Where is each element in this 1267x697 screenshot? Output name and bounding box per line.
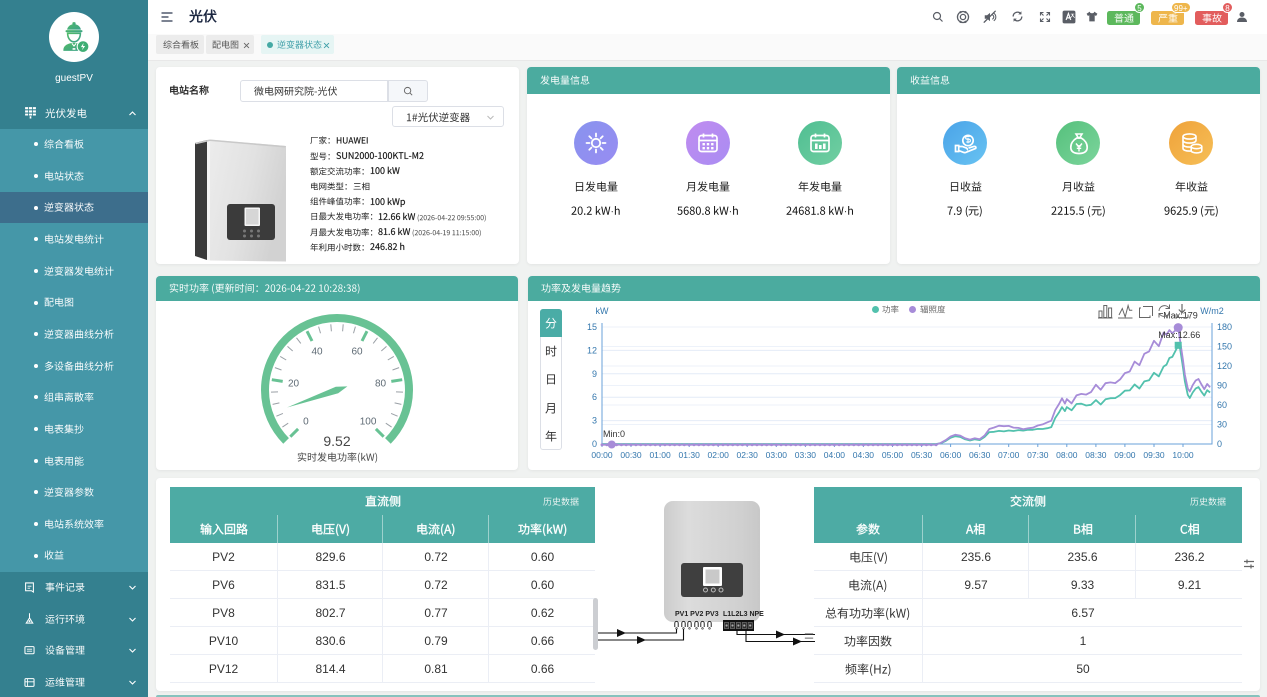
svg-text:12: 12 [587, 345, 597, 355]
svg-text:05:30: 05:30 [911, 450, 933, 460]
svg-text:3: 3 [592, 416, 597, 426]
svg-text:20: 20 [288, 379, 300, 390]
svg-text:04:00: 04:00 [824, 450, 846, 460]
svg-text:0: 0 [592, 439, 597, 449]
svg-text:Max:12.66: Max:12.66 [1158, 330, 1200, 340]
svg-text:07:30: 07:30 [1027, 450, 1049, 460]
svg-text:02:30: 02:30 [737, 450, 759, 460]
svg-text:01:30: 01:30 [679, 450, 701, 460]
svg-text:00:30: 00:30 [620, 450, 642, 460]
svg-text:07:00: 07:00 [998, 450, 1020, 460]
svg-text:06:00: 06:00 [940, 450, 962, 460]
svg-text:6: 6 [592, 392, 597, 402]
svg-text:00:00: 00:00 [591, 450, 613, 460]
svg-text:60: 60 [351, 346, 363, 357]
svg-text:9: 9 [592, 369, 597, 379]
svg-text:0: 0 [303, 417, 309, 428]
svg-text:Min:0: Min:0 [603, 429, 625, 439]
svg-text:90: 90 [1217, 381, 1227, 391]
svg-text:06:30: 06:30 [969, 450, 991, 460]
svg-text:09:30: 09:30 [1143, 450, 1165, 460]
svg-text:150: 150 [1217, 342, 1232, 352]
svg-text:100: 100 [360, 417, 377, 428]
svg-text:03:00: 03:00 [766, 450, 788, 460]
svg-text:PV1 PV2 PV3: PV1 PV2 PV3 [675, 611, 719, 618]
svg-text:L1L2L3 NPE: L1L2L3 NPE [723, 611, 764, 618]
svg-text:01:00: 01:00 [649, 450, 671, 460]
svg-text:15: 15 [587, 322, 597, 332]
svg-text:60: 60 [1217, 400, 1227, 410]
svg-text:0: 0 [1217, 439, 1222, 449]
svg-text:10:00: 10:00 [1172, 450, 1194, 460]
svg-text:80: 80 [375, 379, 387, 390]
svg-text:08:00: 08:00 [1056, 450, 1078, 460]
svg-text:120: 120 [1217, 361, 1232, 371]
svg-text:40: 40 [311, 346, 323, 357]
svg-text:09:00: 09:00 [1114, 450, 1136, 460]
svg-text:02:00: 02:00 [708, 450, 730, 460]
svg-text:30: 30 [1217, 420, 1227, 430]
svg-text:05:00: 05:00 [882, 450, 904, 460]
svg-text:180: 180 [1217, 322, 1232, 332]
svg-text:08:30: 08:30 [1085, 450, 1107, 460]
svg-text:04:30: 04:30 [853, 450, 875, 460]
svg-text:03:30: 03:30 [795, 450, 817, 460]
